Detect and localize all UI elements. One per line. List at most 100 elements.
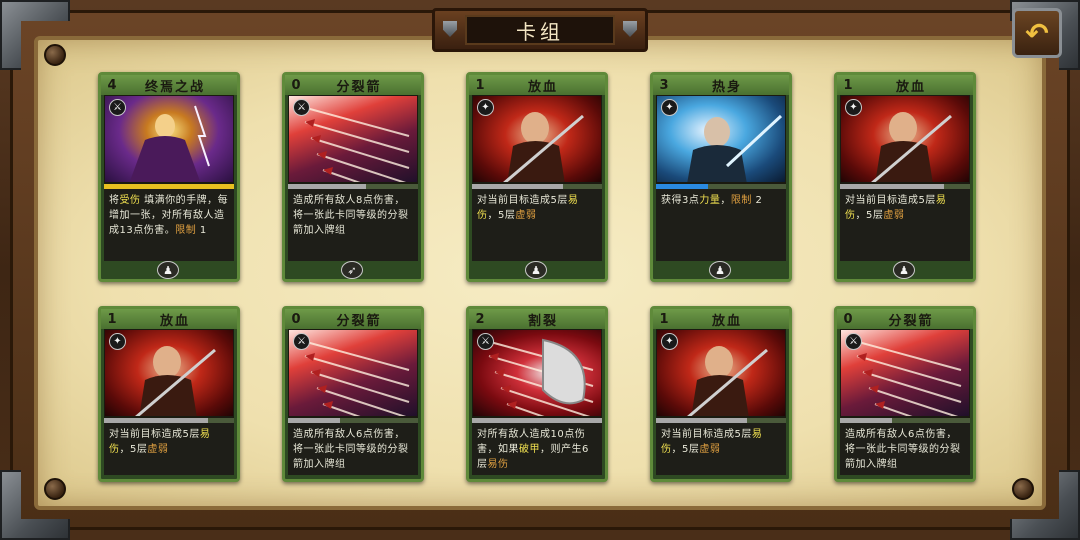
desc-text: ，5层 [671,444,700,455]
desc-text: 造成所有敌人6点伤害，将一张此卡同等级的分裂箭加入牌组 [845,429,961,470]
card-name: 分裂箭 [336,313,382,329]
title-plate: 卡组 [432,8,648,52]
shield-icon [623,21,637,37]
card-header: 1 放血 [101,309,237,329]
star-icon: ✦ [477,99,494,116]
card-cost: 0 [291,77,301,93]
desc-text: ，5层 [487,210,516,221]
card-header: 0 分裂箭 [285,309,421,329]
card-description: 将受伤 填满你的手牌，每增加一张，对所有敌人造成13点伤害。限制 1 [104,189,234,261]
card-art: ✦ [840,95,970,183]
desc-text: 造成所有敌人8点伤害，将一张此卡同等级的分裂箭加入牌组 [293,195,409,236]
card-description: 对所有敌人造成10点伤害，如果破甲，则产生6层易伤 [472,423,602,475]
keyword: 受伤 [119,195,141,206]
pawn-icon[interactable]: ♟ [893,261,915,279]
card-name: 分裂箭 [336,79,382,95]
desc-text: 对当前目标造成5层 [477,195,568,206]
star-icon: ✦ [661,99,678,116]
keyword: 限制 [175,225,197,236]
card-name: 割裂 [527,313,558,329]
card-art: ⚔ [104,95,234,183]
desc-text: ，5层 [855,210,884,221]
deck-panel: 4 终焉之战 ⚔ 将受伤 填满你的手牌，每增加一张，对所有敌人造成13点伤害。限… [34,36,1046,510]
card-name: 终焉之战 [144,79,205,95]
card-header: 1 放血 [469,75,605,95]
sword-icon: ⚔ [845,333,862,350]
rivet-icon [1012,478,1034,500]
shield-icon [443,21,457,37]
deck-card[interactable]: 3 热身 ✦ 获得3点力量，限制 2 ♟ [650,72,792,282]
deck-card[interactable]: 1 放血 ✦ 对当前目标造成5层易伤，5层虚弱 [650,306,792,482]
desc-text: ， [720,195,731,206]
star-icon: ✦ [661,333,678,350]
sword-icon: ⚔ [477,333,494,350]
card-cost: 1 [659,311,669,327]
card-name: 放血 [527,79,558,95]
deck-card[interactable]: 0 分裂箭 ⚔ 造成所有敌人6点伤害，将一张此卡同等级的分裂箭加入牌组 [834,306,976,482]
deck-card[interactable]: 1 放血 ✦ 对当前目标造成5层易伤，5层虚弱 ♟ [466,72,608,282]
star-icon: ✦ [109,333,126,350]
card-description: 造成所有敌人6点伤害，将一张此卡同等级的分裂箭加入牌组 [840,423,970,475]
card-art: ⚔ [288,95,418,183]
card-description: 对当前目标造成5层易伤，5层虚弱 [104,423,234,475]
card-header: 4 终焉之战 [101,75,237,95]
card-header: 1 放血 [653,309,789,329]
pawn-icon[interactable]: ♟ [157,261,179,279]
deck-card[interactable]: 0 分裂箭 ⚔ 造成所有敌人8点伤害，将一张此卡同等级的分裂箭加入牌组 ➶ [282,72,424,282]
bow-icon[interactable]: ➶ [341,261,363,279]
card-description: 对当前目标造成5层易伤，5层虚弱 [472,189,602,261]
desc-text: 造成所有敌人6点伤害，将一张此卡同等级的分裂箭加入牌组 [293,429,409,470]
pawn-icon[interactable]: ♟ [525,261,547,279]
card-cost: 4 [107,77,117,93]
desc-text: ，5层 [119,444,148,455]
card-name: 放血 [711,313,742,329]
keyword: 虚弱 [699,444,721,455]
card-cost: 3 [659,77,669,93]
desc-text: 对当前目标造成5层 [109,429,200,440]
card-name: 放血 [895,79,926,95]
card-cost: 1 [475,77,485,93]
desc-text: 将 [109,195,120,206]
keyword: 虚弱 [515,210,537,221]
card-name: 分裂箭 [888,313,934,329]
desc-text: 2 [751,195,763,206]
deck-card[interactable]: 2 割裂 ⚔ 对所有敌人造成10点伤害，如果破甲，则产生6层易伤 [466,306,608,482]
deck-card[interactable]: 1 放血 ✦ 对当前目标造成5层易伤，5层虚弱 [98,306,240,482]
rivet-icon [44,478,66,500]
card-description: 造成所有敌人6点伤害，将一张此卡同等级的分裂箭加入牌组 [288,423,418,475]
card-description: 对当前目标造成5层易伤，5层虚弱 [656,423,786,475]
deck-card[interactable]: 0 分裂箭 ⚔ 造成所有敌人6点伤害，将一张此卡同等级的分裂箭加入牌组 [282,306,424,482]
card-description: 对当前目标造成5层易伤，5层虚弱 [840,189,970,261]
keyword: 易伤 [487,459,509,470]
card-header: 0 分裂箭 [285,75,421,95]
page-title: 卡组 [465,15,615,45]
star-icon: ✦ [845,99,862,116]
pawn-icon[interactable]: ♟ [709,261,731,279]
sword-icon: ⚔ [293,99,310,116]
desc-text: 对当前目标造成5层 [661,429,752,440]
desc-text: 1 [196,225,207,236]
card-art: ✦ [104,329,234,417]
card-art: ⚔ [288,329,418,417]
card-cost: 0 [843,311,853,327]
sword-icon: ⚔ [293,333,310,350]
card-header: 0 分裂箭 [837,309,973,329]
card-name: 放血 [159,313,190,329]
keyword: 虚弱 [883,210,905,221]
keyword: 力量 [699,195,721,206]
deck-card[interactable]: 4 终焉之战 ⚔ 将受伤 填满你的手牌，每增加一张，对所有敌人造成13点伤害。限… [98,72,240,282]
card-art: ⚔ [472,329,602,417]
keyword: 限制 [730,195,752,206]
deck-card[interactable]: 1 放血 ✦ 对当前目标造成5层易伤，5层虚弱 ♟ [834,72,976,282]
keyword: 破甲 [519,444,540,455]
card-header: 2 割裂 [469,309,605,329]
card-header: 1 放血 [837,75,973,95]
card-art: ✦ [472,95,602,183]
rivet-icon [44,44,66,66]
sword-icon: ⚔ [109,99,126,116]
card-cost: 1 [107,311,117,327]
card-art: ✦ [656,95,786,183]
back-arrow-icon: ↶ [1025,16,1049,50]
back-button[interactable]: ↶ [1012,8,1062,58]
card-header: 3 热身 [653,75,789,95]
